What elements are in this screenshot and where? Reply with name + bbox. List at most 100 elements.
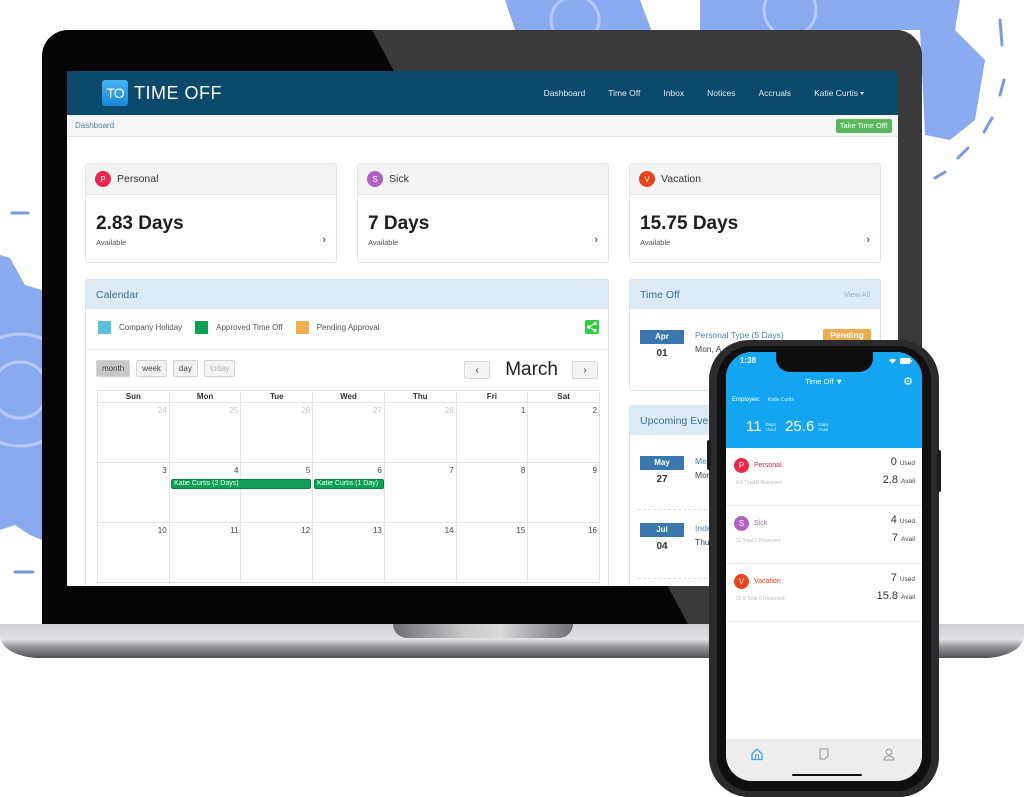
balance-card-vacation[interactable]: V Vacation 15.75 Days Available ›: [629, 163, 881, 263]
calendar-event[interactable]: Katie Curtis (1 Day): [314, 479, 384, 489]
calendar-week: 10 11 12 13 14 15 16: [98, 523, 600, 583]
calendar-day[interactable]: 3: [98, 463, 170, 522]
row-used: 7 Used: [891, 572, 915, 584]
used-value: 0: [890, 456, 897, 468]
vacation-badge: V: [639, 171, 655, 187]
date-month: May: [640, 456, 684, 470]
day-view-button[interactable]: day: [172, 360, 198, 377]
event-item[interactable]: May 27 Me Mon: [640, 456, 712, 485]
date-day: 01: [656, 348, 668, 359]
chevron-right-icon[interactable]: ›: [322, 234, 326, 246]
nav-accruals[interactable]: Accruals: [758, 88, 791, 98]
week-view-button[interactable]: week: [136, 360, 167, 377]
date-day: 27: [656, 474, 668, 485]
phone-balance-row-vacation[interactable]: V Vacation 22.8 Total 0 Reserved 7 Used 1…: [726, 564, 922, 622]
nav-time-off[interactable]: Time Off: [608, 88, 640, 98]
laptop-opening-notch: [393, 624, 573, 638]
nav-dashboard[interactable]: Dashboard: [544, 88, 586, 98]
view-all-link[interactable]: View All: [844, 290, 870, 299]
legend-label: Pending Approval: [316, 323, 380, 332]
sick-badge: S: [367, 171, 383, 187]
calendar-day[interactable]: 8: [457, 463, 529, 522]
phone-balance-row-sick[interactable]: S Sick 11 Total 0 Reserved 4 Used 7 Avail: [726, 506, 922, 564]
calendar-day[interactable]: 13: [313, 523, 385, 582]
user-name: Katie Curtis: [814, 88, 858, 98]
calendar-panel: Calendar Company Holiday Approved Time O…: [85, 279, 609, 586]
calendar-day[interactable]: 24: [98, 403, 170, 462]
weekday: Tue: [241, 391, 314, 403]
marketing-scene: TO TIME OFF Dashboard Time Off Inbox Not…: [0, 0, 1024, 797]
calendar-day[interactable]: 25: [170, 403, 242, 462]
breadcrumb-bar: Dashboard Take Time Off!: [67, 115, 898, 137]
calendar-day[interactable]: 12: [241, 523, 314, 582]
panel-title: Time Off: [640, 288, 680, 301]
prev-month-button[interactable]: ‹: [464, 361, 491, 379]
calendar-day[interactable]: 4: [170, 463, 242, 522]
chevron-right-icon[interactable]: ›: [594, 234, 598, 246]
weekday: Mon: [170, 391, 242, 403]
phone-balance-row-personal[interactable]: P Personal 4.5 Total 0 Reserved 0 Used 2.…: [726, 448, 922, 506]
phone-title-dropdown[interactable]: Time Off ▼: [726, 377, 922, 386]
item-title[interactable]: Me: [695, 456, 707, 466]
app-logo[interactable]: TO TIME OFF: [102, 80, 222, 106]
days-avail-label: Days Avail: [818, 422, 828, 432]
event-item[interactable]: Jul 04 Inde Thu,: [640, 523, 712, 552]
battery-icon: [900, 357, 912, 364]
calendar-day[interactable]: 7: [385, 463, 457, 522]
phone-device: 1:38 Time Off ▼ ⚙ Employee: Katie Curtis…: [707, 340, 941, 797]
wifi-icon: [889, 358, 896, 364]
today-button[interactable]: today: [203, 360, 236, 377]
row-avail: 7 Avail: [892, 532, 915, 544]
item-title[interactable]: Personal Type (5 Days): [695, 330, 784, 340]
main-nav: Dashboard Time Off Inbox Notices Accrual…: [521, 71, 864, 115]
calendar-day[interactable]: 10: [98, 523, 170, 582]
share-button[interactable]: [585, 320, 599, 334]
calendar-day[interactable]: 2: [528, 403, 600, 462]
card-value: 7 Days: [368, 213, 430, 234]
home-indicator[interactable]: [792, 774, 862, 776]
app-title: TIME OFF: [134, 82, 222, 103]
home-icon[interactable]: [750, 747, 764, 761]
label-line: Avail: [818, 426, 828, 432]
calendar-day[interactable]: 28: [385, 403, 457, 462]
next-month-button[interactable]: ›: [572, 361, 598, 379]
notes-icon[interactable]: [817, 747, 831, 761]
caret-down-icon: [860, 92, 864, 96]
calendar-day[interactable]: 11: [170, 523, 242, 582]
row-meta: 11 Total 0 Reserved: [736, 538, 781, 544]
profile-icon[interactable]: [882, 747, 896, 761]
card-title: Personal: [117, 173, 159, 185]
calendar-day[interactable]: 27: [313, 403, 385, 462]
time-off-header: Time Off View All: [630, 280, 880, 309]
card-value: 15.75 Days: [640, 213, 739, 234]
nav-notices[interactable]: Notices: [707, 88, 735, 98]
calendar-day[interactable]: 6: [313, 463, 385, 522]
calendar-day[interactable]: 16: [528, 523, 600, 582]
row-name: Vacation: [754, 578, 781, 585]
calendar-day[interactable]: 14: [385, 523, 457, 582]
calendar-day[interactable]: 26: [241, 403, 314, 462]
month-label: March: [505, 359, 558, 380]
month-view-button[interactable]: month: [96, 360, 131, 377]
balance-card-personal[interactable]: P Personal 2.83 Days Available ›: [85, 163, 337, 263]
row-name: Personal: [754, 462, 782, 469]
date-day: 04: [656, 541, 668, 552]
breadcrumb-dashboard[interactable]: Dashboard: [75, 121, 114, 130]
balance-card-sick[interactable]: S Sick 7 Days Available ›: [357, 163, 609, 263]
used-value: 4: [890, 514, 897, 526]
time-off-item[interactable]: Apr 01 Personal Type (5 Days) Mon, A Pen…: [640, 329, 871, 359]
calendar-event[interactable]: Katie Curtis (2 Days): [171, 479, 311, 489]
settings-gear-icon[interactable]: ⚙: [903, 375, 913, 388]
take-time-off-button[interactable]: Take Time Off!: [835, 119, 892, 133]
calendar-day[interactable]: 9: [528, 463, 600, 522]
calendar-day[interactable]: 5: [241, 463, 314, 522]
calendar-day[interactable]: 1: [457, 403, 529, 462]
nav-user-menu[interactable]: Katie Curtis: [814, 88, 864, 98]
calendar-day[interactable]: 15: [457, 523, 529, 582]
gear-left: [0, 255, 42, 540]
chevron-right-icon[interactable]: ›: [866, 234, 870, 246]
used-unit: Used: [899, 518, 915, 525]
nav-inbox[interactable]: Inbox: [663, 88, 684, 98]
row-used: 0 Used: [891, 456, 915, 468]
calendar-header: Calendar: [86, 280, 608, 309]
